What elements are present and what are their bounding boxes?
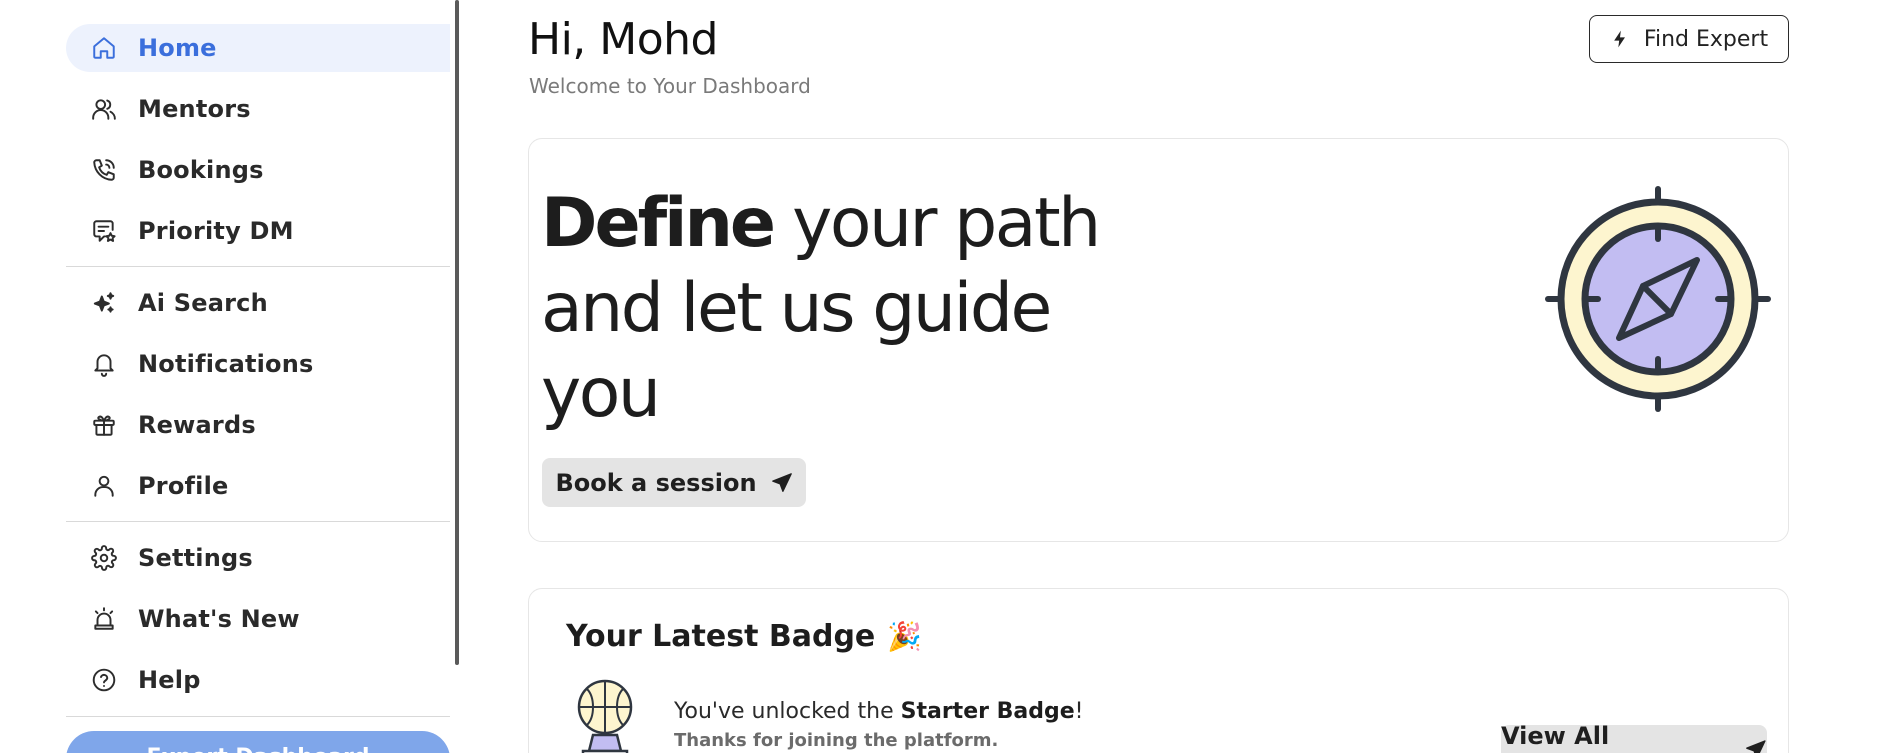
sidebar-item-mentors[interactable]: Mentors [66,85,450,133]
sidebar-item-label: Notifications [138,350,314,378]
view-all-rewards-button[interactable]: View All Rewards [1501,721,1767,753]
nav-group-support: Settings What's New Help [66,534,450,704]
latest-badge-card: Your Latest Badge 🎉 You've unlocked the … [528,588,1789,753]
nav-group-main: Home Mentors Bookings Priority DM [66,24,450,255]
lightning-icon [1614,30,1625,48]
home-icon [90,34,118,62]
sidebar-divider [66,521,450,522]
sidebar: Home Mentors Bookings Priority DM Ai Sea… [0,0,458,753]
badge-unlock-message: You've unlocked the Starter Badge! [674,699,1084,724]
badge-unlock-prefix: You've unlocked the [674,699,901,724]
send-icon [771,472,792,492]
party-popper-icon: 🎉 [887,620,923,653]
page-subtitle: Welcome to Your Dashboard [529,74,811,98]
view-all-rewards-label: View All Rewards [1501,721,1617,753]
compass-icon [1545,186,1771,412]
sidebar-item-label: Ai Search [138,289,268,317]
basketball-trophy-icon [577,679,633,753]
user-icon [90,472,118,500]
sidebar-item-label: Help [138,666,201,694]
sidebar-item-bookings[interactable]: Bookings [66,146,450,194]
sidebar-item-label: Rewards [138,411,256,439]
sidebar-item-settings[interactable]: Settings [66,534,450,582]
book-session-button[interactable]: Book a session [542,458,806,507]
sidebar-divider [66,716,450,717]
sidebar-item-whats-new[interactable]: What's New [66,595,450,643]
sidebar-item-help[interactable]: Help [66,656,450,704]
sidebar-item-label: What's New [138,605,300,633]
badge-thanks-message: Thanks for joining the platform. [674,730,999,751]
expert-dashboard-button[interactable]: Expert Dashboard [66,731,450,753]
message-star-icon [90,217,118,245]
sidebar-item-notifications[interactable]: Notifications [66,340,450,388]
hero-card: Define your path and let us guide you Bo… [528,138,1789,542]
badge-name: Starter Badge [900,699,1075,724]
hero-title-bold: Define [541,184,776,263]
users-icon [90,95,118,123]
sidebar-item-label: Home [138,34,217,62]
help-circle-icon [90,666,118,694]
badge-unlock-suffix: ! [1074,699,1084,724]
send-icon [1746,739,1766,753]
sparkles-icon [90,289,118,317]
find-expert-button[interactable]: Find Expert [1589,15,1789,63]
hero-title: Define your path and let us guide you [541,181,1161,436]
sidebar-item-ai-search[interactable]: Ai Search [66,279,450,327]
sidebar-item-rewards[interactable]: Rewards [66,401,450,449]
sidebar-divider [66,266,450,267]
nav-group-discover: Ai Search Notifications Rewards Profile [66,279,450,510]
badge-card-title: Your Latest Badge 🎉 [566,619,922,654]
sidebar-item-label: Mentors [138,95,251,123]
bell-icon [90,350,118,378]
sidebar-item-priority-dm[interactable]: Priority DM [66,207,450,255]
book-session-label: Book a session [555,468,757,497]
find-expert-label: Find Expert [1643,26,1769,52]
gear-icon [90,544,118,572]
gift-icon [90,411,118,439]
sidebar-item-label: Settings [138,544,253,572]
sidebar-item-profile[interactable]: Profile [66,462,450,510]
sidebar-scrollbar[interactable] [455,0,459,665]
page-title: Hi, Mohd [528,14,718,65]
sidebar-item-label: Priority DM [138,217,294,245]
siren-icon [90,605,118,633]
sidebar-item-label: Bookings [138,156,264,184]
badge-card-title-text: Your Latest Badge [566,619,876,654]
expert-dashboard-label: Expert Dashboard [146,745,369,753]
sidebar-item-label: Profile [138,472,229,500]
phone-icon [90,156,118,184]
sidebar-item-home[interactable]: Home [66,24,450,72]
